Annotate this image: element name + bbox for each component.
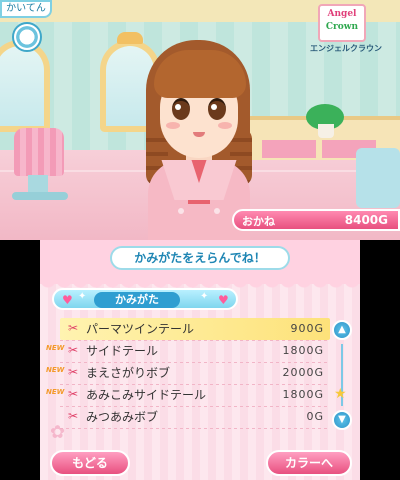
paw-decoration-icon: ✿: [50, 422, 66, 443]
scrollbar[interactable]: ▲ ★ ▼: [332, 320, 352, 430]
star-icon[interactable]: ★: [334, 386, 347, 402]
item-price: 0G: [306, 410, 324, 423]
character-eye-right: [208, 98, 226, 120]
salon-cart: [356, 148, 400, 208]
coat-button: [214, 208, 220, 214]
blush-left: [166, 122, 180, 129]
new-badge: NEW: [46, 344, 65, 352]
scissors-icon: ✂: [68, 365, 79, 379]
item-name: みつあみボブ: [86, 410, 159, 424]
item-name: パーマツインテール: [86, 322, 195, 336]
list-item[interactable]: NEW ✂ あみこみサイドテール 1800G: [46, 384, 330, 407]
heart-icon: ♥: [218, 293, 229, 307]
item-price: 1800G: [282, 344, 324, 357]
coat-button: [178, 208, 184, 214]
new-badge: NEW: [46, 388, 65, 396]
list-item[interactable]: ✂ みつあみボブ 0G: [60, 406, 330, 429]
sparkle-icon: ✦: [200, 291, 209, 302]
top-screen: かいてん Angel Crown エンジェルクラウン おかね 8400G: [0, 0, 400, 240]
next-color-button[interactable]: カラーへ: [266, 450, 352, 476]
instruction-header: かみがたをえらんでね！: [110, 246, 290, 270]
shelf-left: [262, 140, 316, 158]
new-badge: NEW: [46, 366, 65, 374]
money-value: 8400G: [344, 213, 388, 227]
logo-text-crown: Crown: [325, 22, 359, 32]
list-item[interactable]: NEW ✂ まえさがりボブ 2000G: [46, 362, 330, 385]
scissors-icon: ✂: [68, 387, 79, 401]
mirror-crown: [117, 32, 143, 44]
mirror-left: [0, 40, 50, 132]
money-label: おかね: [242, 215, 275, 228]
category-label: かみがた: [94, 292, 180, 308]
scissors-icon: ✂: [68, 321, 79, 335]
item-name: サイドテール: [86, 344, 159, 358]
list-item[interactable]: NEW ✂ サイドテール 1800G: [46, 340, 330, 363]
scissors-icon: ✂: [68, 409, 79, 423]
scissors-icon: ✂: [68, 343, 79, 357]
salon-chair: [14, 128, 64, 176]
shop-logo: Angel Crown: [318, 4, 366, 42]
blush-right: [218, 122, 232, 129]
back-button[interactable]: もどる: [50, 450, 130, 476]
logo-text-angel: Angel: [327, 9, 357, 19]
plant-pot: [318, 124, 334, 138]
item-price: 900G: [290, 322, 324, 335]
arrow-up-icon[interactable]: ▲: [332, 320, 352, 340]
shop-name: エンジェルクラウン: [310, 44, 382, 53]
money-display: おかね 8400G: [232, 209, 400, 231]
item-price: 1800G: [282, 388, 324, 401]
list-item[interactable]: ✂ パーマツインテール 900G: [60, 318, 330, 341]
item-price: 2000G: [282, 366, 324, 379]
sparkle-icon: ✦: [78, 291, 87, 302]
arrow-down-icon[interactable]: ▼: [332, 410, 352, 430]
header-scallop: [40, 280, 360, 288]
character-bangs: [154, 50, 246, 98]
item-name: あみこみサイドテール: [86, 388, 207, 402]
item-name: まえさがりボブ: [86, 366, 171, 380]
bottom-screen: かみがたをえらんでね！ ♥ ✦ かみがた ✦ ♥ ✂ パーマツインテール 900…: [40, 240, 360, 480]
rotate-button[interactable]: [12, 22, 42, 52]
rotate-mode-label: かいてん: [0, 0, 52, 18]
heart-icon: ♥: [62, 293, 73, 307]
character-eye-left: [172, 98, 190, 120]
category-tab[interactable]: ♥ ✦ かみがた ✦ ♥: [52, 288, 238, 310]
chair-foot: [12, 192, 68, 200]
